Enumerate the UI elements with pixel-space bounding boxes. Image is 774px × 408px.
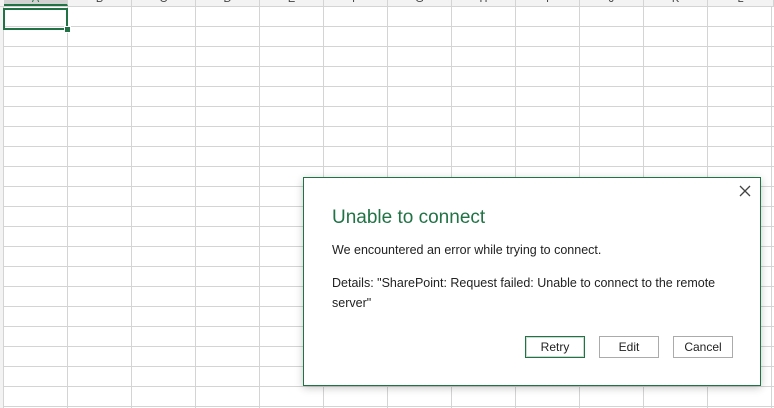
fill-handle[interactable]	[64, 26, 71, 33]
cancel-button[interactable]: Cancel	[673, 336, 733, 358]
column-header-j[interactable]: J	[580, 0, 644, 6]
column-header-i[interactable]: I	[516, 0, 580, 6]
dialog-details: Details: "SharePoint: Request failed: Un…	[332, 276, 716, 310]
column-header-a[interactable]: A	[4, 0, 68, 6]
column-header-e[interactable]: E	[260, 0, 324, 6]
column-header-h[interactable]: H	[452, 0, 516, 6]
column-header-k[interactable]: K	[644, 0, 708, 6]
column-header-c[interactable]: C	[132, 0, 196, 6]
dialog-title: Unable to connect	[332, 207, 486, 228]
active-cell[interactable]	[3, 8, 68, 30]
close-icon	[739, 185, 751, 197]
error-dialog: Unable to connect We encountered an erro…	[303, 177, 761, 386]
column-header-b[interactable]: B	[68, 0, 132, 6]
edit-button[interactable]: Edit	[599, 336, 659, 358]
dialog-message: We encountered an error while trying to …	[332, 243, 602, 257]
retry-button[interactable]: Retry	[525, 336, 585, 358]
column-header-g[interactable]: G	[388, 0, 452, 6]
column-header-d[interactable]: D	[196, 0, 260, 6]
close-button[interactable]	[736, 182, 754, 200]
column-header-f[interactable]: F	[324, 0, 388, 6]
column-header-row: A B C D E F G H I J K L	[0, 0, 774, 7]
column-header-l[interactable]: L	[708, 0, 774, 6]
